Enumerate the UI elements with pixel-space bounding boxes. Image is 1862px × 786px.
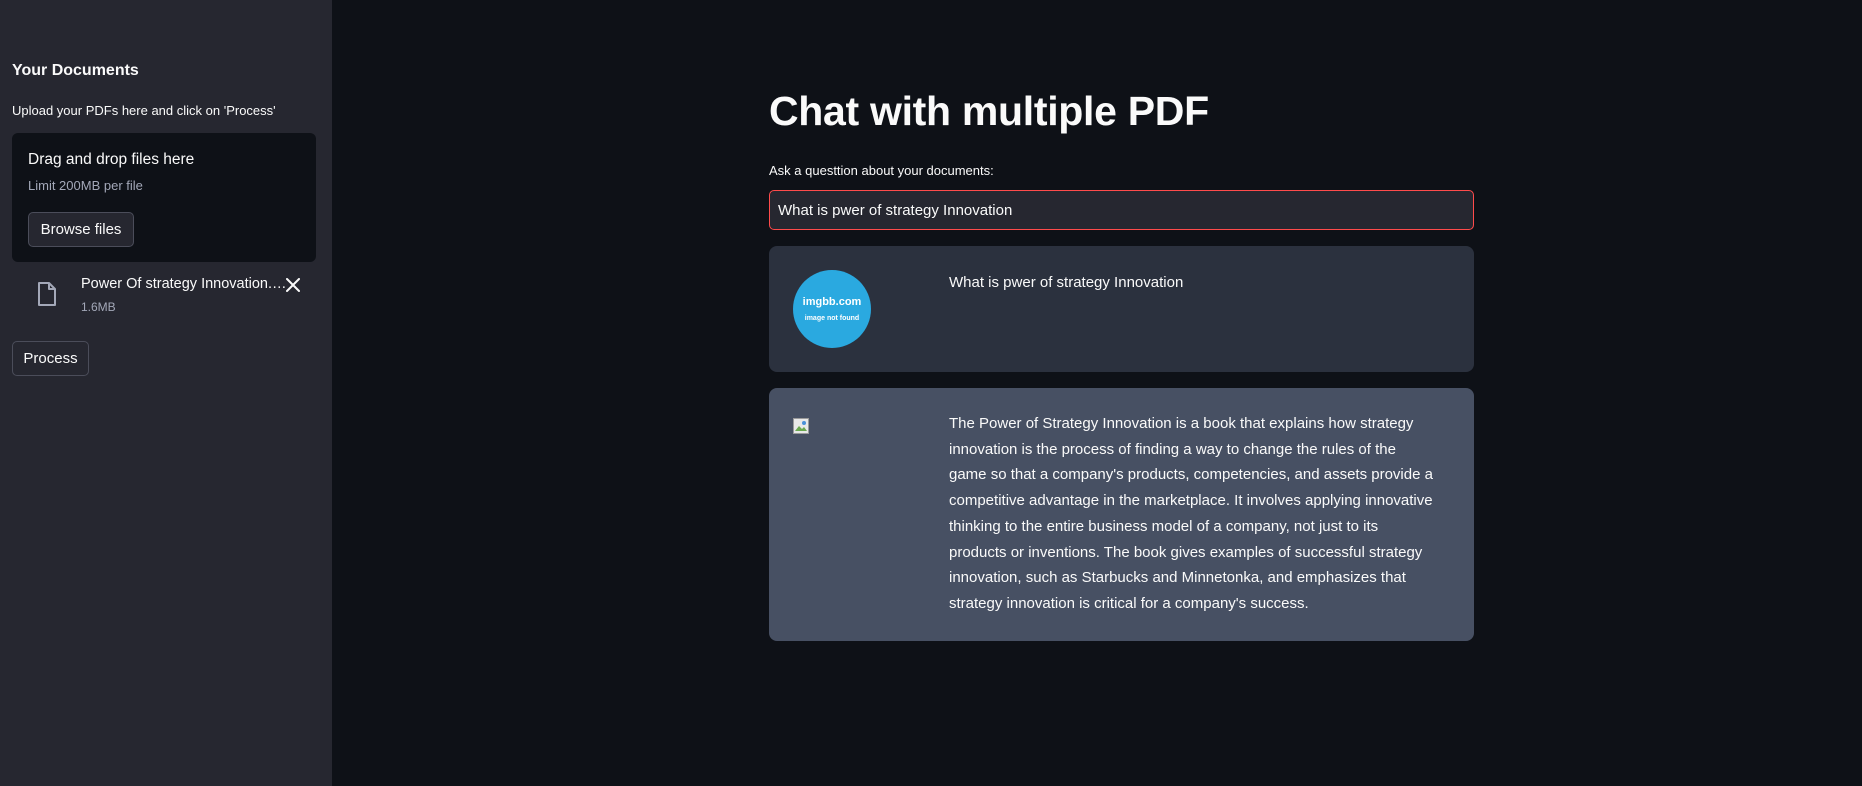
avatar-brand-text: imgbb.com (802, 296, 862, 308)
file-size: 1.6MB (81, 300, 116, 314)
dropzone-text: Drag and drop files here (28, 151, 195, 168)
bot-message: The Power of Strategy Innovation is a bo… (769, 388, 1474, 641)
avatar-note-text: image not found (804, 315, 860, 322)
broken-image-icon (793, 418, 809, 434)
user-avatar: imgbb.com image not found (793, 270, 871, 348)
browse-files-button[interactable]: Browse files (28, 212, 134, 247)
bot-message-text: The Power of Strategy Innovation is a bo… (949, 415, 1433, 612)
question-label: Ask a questtion about your documents: (769, 163, 994, 178)
file-icon (36, 281, 58, 307)
question-input[interactable] (769, 190, 1474, 230)
user-message-text: What is pwer of strategy Innovation (949, 274, 1184, 291)
sidebar-title: Your Documents (12, 62, 139, 79)
dropzone-limit: Limit 200MB per file (28, 178, 143, 193)
uploaded-file-item: Power Of strategy Innovation.pdf 1.6MB (12, 272, 316, 320)
main-content: Chat with multiple PDF Ask a questtion a… (332, 0, 1862, 786)
upload-label: Upload your PDFs here and click on 'Proc… (12, 103, 276, 118)
user-message: imgbb.com image not found What is pwer o… (769, 246, 1474, 372)
file-name: Power Of strategy Innovation.pdf (81, 276, 289, 292)
remove-file-icon[interactable] (282, 274, 304, 296)
sidebar: Your Documents Upload your PDFs here and… (0, 0, 332, 786)
page-title: Chat with multiple PDF (769, 88, 1209, 134)
file-dropzone[interactable]: Drag and drop files here Limit 200MB per… (12, 133, 316, 262)
app: Your Documents Upload your PDFs here and… (0, 0, 1862, 786)
process-button[interactable]: Process (12, 341, 89, 376)
